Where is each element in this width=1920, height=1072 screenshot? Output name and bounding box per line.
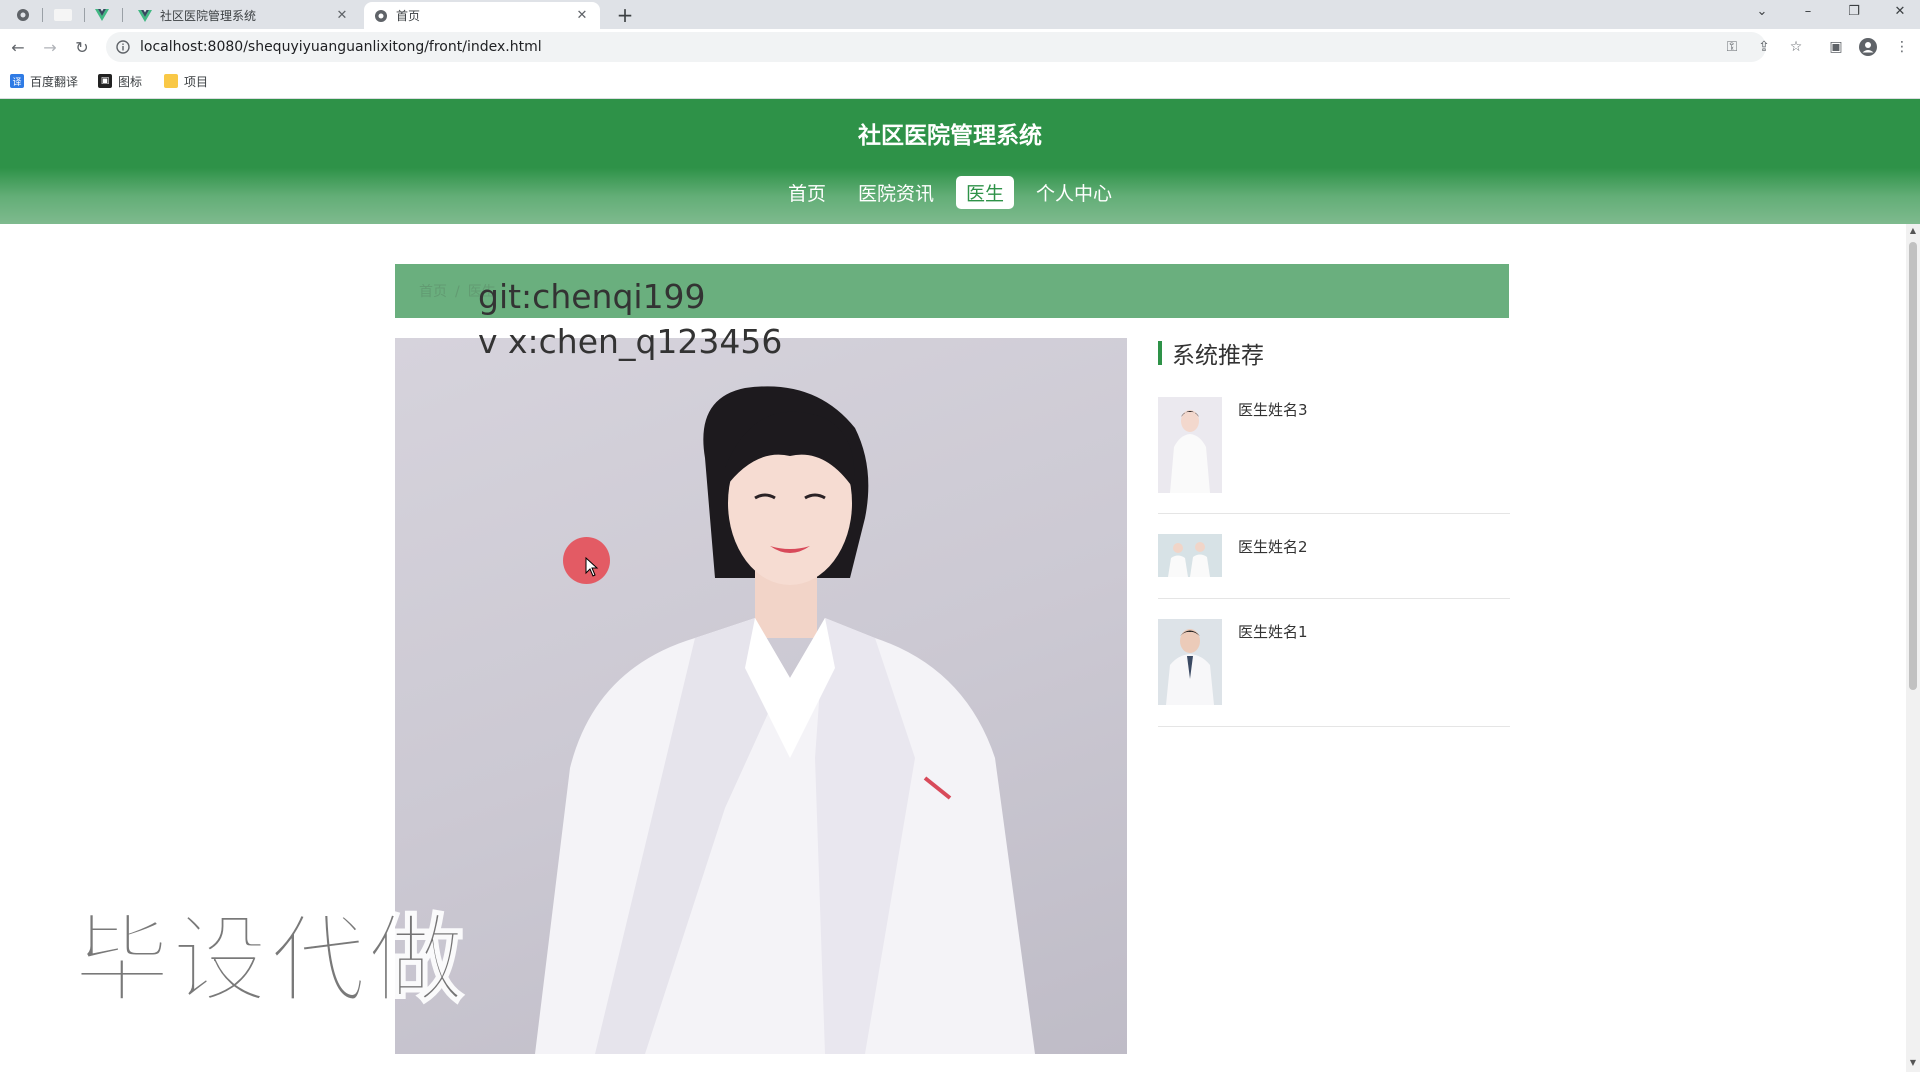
- vue-logo-icon: [138, 9, 152, 22]
- main-nav: 首页 医院资讯 医生 个人中心: [0, 176, 1900, 209]
- browser-toolbar: ← → ↻ localhost:8080/shequyiyuanguanlixi…: [0, 29, 1920, 65]
- nav-profile[interactable]: 个人中心: [1026, 176, 1122, 209]
- globe-icon: [17, 8, 29, 21]
- star-icon[interactable]: ☆: [1786, 37, 1806, 57]
- bookmark-icons[interactable]: ▣ 图标: [98, 71, 142, 91]
- scroll-thumb[interactable]: [1909, 242, 1917, 690]
- tab-title: 首页: [396, 9, 421, 23]
- side-panel-icon[interactable]: ▣: [1826, 37, 1846, 57]
- pinned-tab-blank[interactable]: [50, 3, 76, 26]
- bookmark-label: 百度翻译: [30, 74, 79, 89]
- vue-logo-icon: [95, 8, 109, 21]
- nav-home[interactable]: 首页: [778, 176, 836, 209]
- doctor-thumbnail[interactable]: [1158, 397, 1222, 493]
- recommend-item[interactable]: 医生姓名3: [1158, 397, 1510, 514]
- pinned-tab-globe[interactable]: [12, 3, 34, 26]
- info-icon: [116, 40, 130, 54]
- bookmark-projects[interactable]: 项目: [164, 71, 208, 91]
- promo-watermark: 毕设代做: [73, 903, 466, 1017]
- share-icon[interactable]: ⇪: [1754, 37, 1774, 57]
- minimize-icon[interactable]: –: [1788, 0, 1828, 22]
- sidebar-heading: 系统推荐: [1158, 340, 1264, 369]
- tab-search-icon[interactable]: ⌄: [1742, 0, 1782, 22]
- bookmark-label: 项目: [184, 74, 209, 89]
- doctor-name[interactable]: 医生姓名3: [1238, 399, 1308, 420]
- menu-kebab-icon[interactable]: ⋮: [1892, 37, 1912, 57]
- forward-icon[interactable]: →: [38, 35, 62, 59]
- bookmark-baidu-translate[interactable]: 译 百度翻译: [10, 71, 78, 91]
- mouse-pointer-icon: [585, 557, 599, 577]
- key-icon[interactable]: ⚿: [1722, 37, 1742, 57]
- scroll-up-icon[interactable]: ▲: [1908, 226, 1918, 235]
- reload-icon[interactable]: ↻: [70, 35, 94, 59]
- site-title: 社区医院管理系统: [858, 123, 1042, 149]
- nav-news[interactable]: 医院资讯: [848, 176, 944, 209]
- close-icon[interactable]: ✕: [334, 8, 350, 23]
- doctor-name[interactable]: 医生姓名2: [1238, 536, 1308, 557]
- translate-icon: 译: [10, 74, 24, 88]
- wx-text: v x:chen_q123456: [478, 322, 783, 361]
- page-scrollbar[interactable]: ▲ ▼: [1906, 224, 1920, 1072]
- site-header: 社区医院管理系统 首页 医院资讯 医生 个人中心: [0, 99, 1920, 224]
- tab-hospital-system[interactable]: 社区医院管理系统 ✕: [128, 2, 360, 29]
- contact-watermark: git:chenqi199 v x:chen_q123456: [478, 274, 782, 364]
- doctor-thumbnail[interactable]: [1158, 534, 1222, 577]
- url-text: localhost:8080/shequyiyuanguanlixitong/f…: [140, 39, 542, 55]
- sidebar-title: 系统推荐: [1172, 343, 1264, 369]
- image-icon: ▣: [98, 74, 112, 88]
- profile-icon[interactable]: [1858, 37, 1878, 57]
- nav-doctors[interactable]: 医生: [956, 176, 1015, 209]
- close-icon[interactable]: ✕: [574, 8, 590, 23]
- new-tab-button[interactable]: +: [614, 3, 636, 27]
- blank-page-icon: [54, 8, 72, 21]
- bookmark-label: 图标: [118, 74, 143, 89]
- bookmarks-bar: 译 百度翻译 ▣ 图标 项目: [0, 65, 1920, 99]
- restore-icon[interactable]: ❐: [1834, 0, 1874, 22]
- window-close-icon[interactable]: ✕: [1880, 0, 1920, 22]
- scroll-down-icon[interactable]: ▼: [1908, 1058, 1918, 1067]
- doctor-photo: [395, 338, 1127, 1054]
- git-text: git:chenqi199: [478, 277, 706, 316]
- tab-home[interactable]: 首页 ✕: [364, 2, 600, 29]
- address-bar[interactable]: localhost:8080/shequyiyuanguanlixitong/f…: [106, 32, 1766, 62]
- folder-icon: [164, 74, 178, 88]
- recommend-item[interactable]: 医生姓名2: [1158, 534, 1510, 599]
- tab-title: 社区医院管理系统: [160, 9, 257, 23]
- back-icon[interactable]: ←: [6, 35, 30, 59]
- doctor-name[interactable]: 医生姓名1: [1238, 621, 1308, 642]
- recommend-item[interactable]: 医生姓名1: [1158, 619, 1510, 727]
- globe-icon: [375, 9, 387, 22]
- browser-tab-strip: 社区医院管理系统 ✕ 首页 ✕ + ⌄ – ❐ ✕: [0, 0, 1920, 29]
- doctor-thumbnail[interactable]: [1158, 619, 1222, 705]
- heading-accent-bar: [1158, 341, 1162, 365]
- pinned-tab-vue[interactable]: [92, 3, 112, 26]
